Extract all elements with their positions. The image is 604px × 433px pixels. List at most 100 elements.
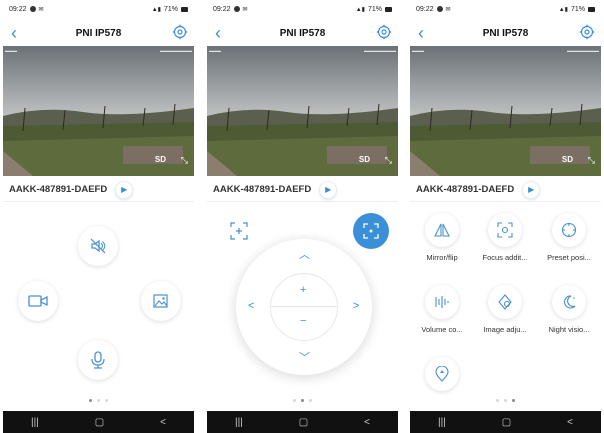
fullscreen-icon[interactable]: ⤡	[588, 155, 595, 166]
pan-left-icon[interactable]: <	[248, 301, 254, 312]
mute-button[interactable]	[78, 226, 118, 266]
nav-bar: ‹ PNI IP578	[3, 20, 194, 46]
feature-label: Night visio...	[548, 325, 590, 334]
osd-timestamp: ▬▬▬▬▬▬▬▬	[567, 48, 599, 53]
page-dot[interactable]	[105, 399, 108, 402]
screenshot-button[interactable]	[141, 281, 181, 321]
recents-icon[interactable]: |||	[438, 417, 446, 428]
notification-icon	[436, 6, 443, 12]
page-dot[interactable]	[97, 399, 100, 402]
device-row: AAKK-487891-DAEFD ▶	[3, 178, 194, 202]
device-row: AAKK-487891-DAEFD ▶	[410, 178, 601, 202]
feature-label: Mirror/flip	[426, 253, 458, 262]
feature-mirror-flip[interactable]: Mirror/flip	[414, 213, 470, 262]
system-nav-bar: ||| ▢ <	[3, 411, 194, 433]
microphone-icon	[91, 351, 105, 369]
notification-icon	[233, 6, 240, 12]
preset-icon	[552, 213, 586, 247]
quality-badge[interactable]: SD	[359, 155, 370, 164]
status-bar: 09:22 ✉ ▲▮ 71%	[207, 0, 398, 18]
page-dot[interactable]	[496, 399, 499, 402]
video-feed[interactable]: ▬▬▬ ▬▬▬▬▬▬▬▬ SD ⤡	[3, 46, 194, 176]
home-icon[interactable]: ▢	[95, 417, 104, 428]
page-title: PNI IP578	[279, 27, 326, 39]
fullscreen-icon[interactable]: ⤡	[181, 155, 188, 166]
phone-screen-ptz: 09:22 ✉ ▲▮ 71% ‹ PNI IP578 ▬▬▬ ▬▬▬▬▬▬▬▬ SD…	[207, 0, 398, 433]
device-row: AAKK-487891-DAEFD ▶	[207, 178, 398, 202]
pan-right-icon[interactable]: >	[353, 301, 359, 312]
system-back-icon[interactable]: <	[160, 417, 166, 428]
feature-focus[interactable]: Focus addit...	[477, 213, 533, 262]
ptz-zoom-mode-button[interactable]	[227, 219, 251, 243]
phone-screen-controls: 09:22 ✉ ▲▮ 71% ‹ PNI IP578 ▬▬▬ ▬▬▬▬▬▬▬▬ SD…	[3, 0, 194, 433]
battery-level: 71%	[570, 5, 585, 13]
playback-icon[interactable]: ▶	[319, 180, 338, 199]
ptz-wheel[interactable]: ︿ ﹀ < > + −	[236, 239, 372, 375]
feature-volume[interactable]: Volume co...	[414, 285, 470, 334]
ptz-focus-mode-button[interactable]	[353, 213, 389, 249]
home-icon[interactable]: ▢	[502, 417, 511, 428]
status-time: 09:22	[9, 5, 27, 13]
system-back-icon[interactable]: <	[567, 417, 573, 428]
mail-icon: ✉	[445, 6, 451, 13]
pan-down-icon[interactable]: ﹀	[299, 353, 310, 364]
page-title: PNI IP578	[75, 27, 122, 39]
recents-icon[interactable]: |||	[31, 417, 39, 428]
feature-label: Volume co...	[421, 325, 463, 334]
gear-icon[interactable]	[172, 24, 188, 40]
feature-image-adjust[interactable]: Image adju...	[477, 285, 533, 334]
feature-preset[interactable]: Preset posi...	[541, 213, 597, 262]
system-nav-bar: ||| ▢ <	[207, 411, 398, 433]
video-camera-icon	[28, 295, 48, 307]
osd-label-left: ▬▬▬	[412, 48, 424, 53]
playback-icon[interactable]: ▶	[115, 180, 134, 199]
gear-icon[interactable]	[376, 24, 392, 40]
signal-icon: ▲▮	[355, 6, 365, 13]
feature-location[interactable]	[414, 357, 470, 391]
video-feed[interactable]: ▬▬▬ ▬▬▬▬▬▬▬▬ SD ⤡	[410, 46, 601, 176]
signal-icon: ▲▮	[558, 6, 568, 13]
home-icon[interactable]: ▢	[299, 417, 308, 428]
playback-icon[interactable]: ▶	[522, 180, 541, 199]
fullscreen-icon[interactable]: ⤡	[385, 155, 392, 166]
zoom-frame-icon	[230, 222, 248, 240]
system-back-icon[interactable]: <	[364, 417, 370, 428]
page-indicator	[410, 399, 601, 402]
osd-label-left: ▬▬▬	[5, 48, 17, 53]
back-icon[interactable]: ‹	[418, 24, 424, 42]
recents-icon[interactable]: |||	[235, 417, 243, 428]
page-indicator	[3, 399, 194, 402]
zoom-in-icon[interactable]: +	[300, 285, 306, 296]
page-dot[interactable]	[309, 399, 312, 402]
quality-badge[interactable]: SD	[155, 155, 166, 164]
quality-badge[interactable]: SD	[562, 155, 573, 164]
zoom-out-icon[interactable]: −	[300, 316, 306, 327]
osd-label-left: ▬▬▬	[209, 48, 221, 53]
feature-night-vision[interactable]: Night visio...	[541, 285, 597, 334]
phone-screen-features: 09:22 ✉ ▲▮ 71% ‹ PNI IP578 ▬▬▬ ▬▬▬▬▬▬▬▬ SD…	[410, 0, 601, 433]
battery-icon	[588, 6, 595, 12]
battery-level: 71%	[163, 5, 178, 13]
osd-timestamp: ▬▬▬▬▬▬▬▬	[364, 48, 396, 53]
focus-icon	[488, 213, 522, 247]
record-button[interactable]	[18, 281, 58, 321]
battery-level: 71%	[367, 5, 382, 13]
back-icon[interactable]: ‹	[215, 24, 221, 42]
video-feed[interactable]: ▬▬▬ ▬▬▬▬▬▬▬▬ SD ⤡	[207, 46, 398, 176]
page-dot[interactable]	[293, 399, 296, 402]
status-time: 09:22	[213, 5, 231, 13]
talk-button[interactable]	[78, 340, 118, 380]
page-dot[interactable]	[504, 399, 507, 402]
night-vision-icon	[552, 285, 586, 319]
page-dot[interactable]	[512, 399, 515, 402]
page-dot[interactable]	[89, 399, 92, 402]
gear-icon[interactable]	[579, 24, 595, 40]
location-pin-icon	[425, 357, 459, 391]
nav-bar: ‹ PNI IP578	[410, 20, 601, 46]
system-nav-bar: ||| ▢ <	[410, 411, 601, 433]
pan-up-icon[interactable]: ︿	[299, 250, 310, 261]
page-dot[interactable]	[301, 399, 304, 402]
back-icon[interactable]: ‹	[11, 24, 17, 42]
status-bar: 09:22 ✉ ▲▮ 71%	[410, 0, 601, 18]
device-id: AAKK-487891-DAEFD	[9, 184, 108, 195]
